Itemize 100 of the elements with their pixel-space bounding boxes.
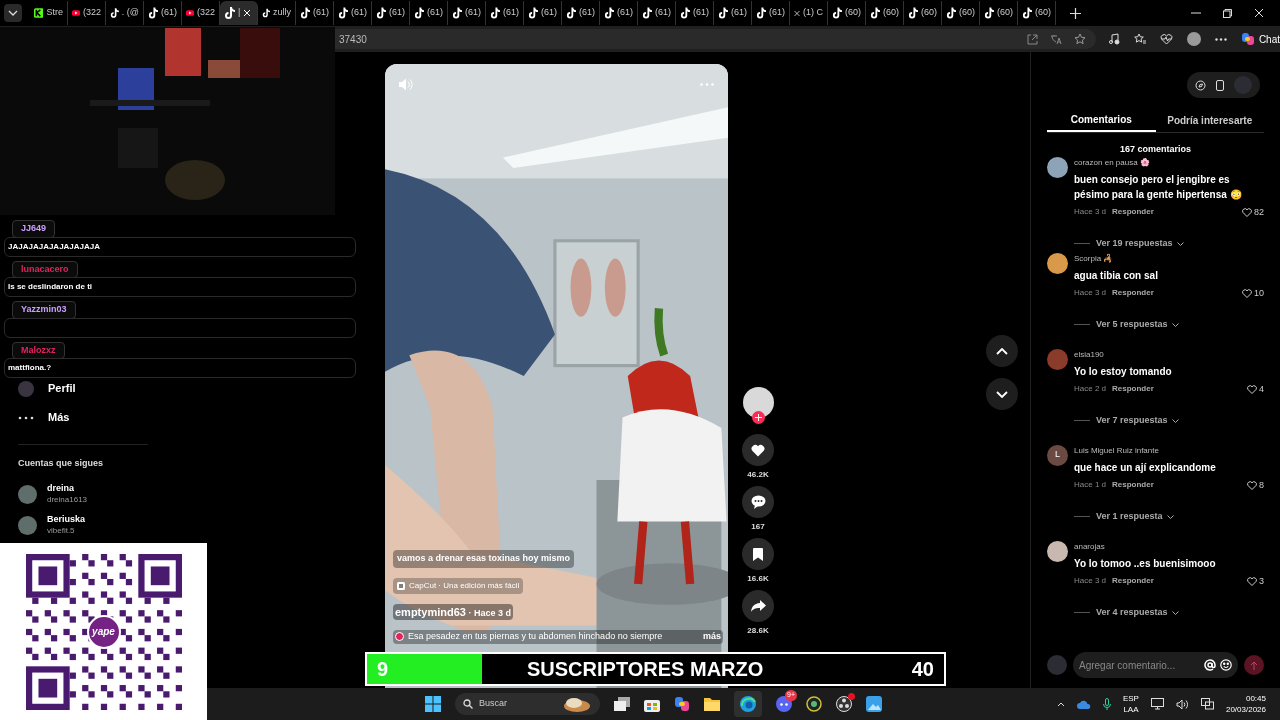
browser-tab[interactable]: zully xyxy=(258,1,296,25)
previous-video-button[interactable] xyxy=(986,335,1018,367)
heart-icon[interactable] xyxy=(1247,480,1257,490)
browser-tab[interactable]: (60) xyxy=(904,1,942,25)
commenter-avatar[interactable] xyxy=(1047,252,1068,274)
active-app[interactable] xyxy=(734,691,762,717)
commenter-name[interactable]: Luis Miguel Ruiz infante xyxy=(1074,444,1264,457)
action-button[interactable] xyxy=(742,486,774,518)
browser-tab[interactable]: (61) xyxy=(334,1,372,25)
reply-link[interactable]: Responder xyxy=(1112,383,1154,396)
browser-tab[interactable]: (60) xyxy=(1018,1,1056,25)
video-author[interactable]: emptymind63 · Hace 3 d xyxy=(393,603,513,620)
heart-icon[interactable] xyxy=(1242,207,1252,217)
panel-tab[interactable]: Comentarios xyxy=(1047,108,1156,132)
emoji-icon[interactable] xyxy=(1220,659,1232,671)
followed-account[interactable]: dreina dreina1613 xyxy=(18,478,88,510)
commenter-avatar[interactable] xyxy=(1047,156,1068,178)
heart-icon[interactable] xyxy=(1247,576,1257,586)
photos-icon[interactable] xyxy=(866,696,882,712)
browser-tab[interactable]: (60) xyxy=(980,1,1018,25)
browser-tab[interactable]: (61) xyxy=(752,1,790,25)
comment-field[interactable]: Agregar comentario... xyxy=(1079,657,1200,673)
heart-icon[interactable] xyxy=(1242,288,1252,298)
commenter-name[interactable]: anarojas xyxy=(1074,540,1264,553)
view-replies-button[interactable]: Ver 19 respuestas xyxy=(1096,237,1184,251)
browser-tab[interactable]: (61) xyxy=(600,1,638,25)
profile-avatar[interactable] xyxy=(1186,32,1201,46)
compass-icon[interactable] xyxy=(1195,79,1206,91)
reply-link[interactable]: Responder xyxy=(1112,287,1154,300)
mention-icon[interactable] xyxy=(1204,659,1216,671)
heart-icon[interactable] xyxy=(1247,384,1257,394)
heart-pulse-icon[interactable] xyxy=(1159,33,1173,45)
followed-account[interactable]: Beriuska vibefit.5 xyxy=(18,509,86,541)
taskbar-search[interactable]: Buscar xyxy=(455,693,600,715)
game-controller-icon[interactable] xyxy=(776,696,792,712)
music-icon[interactable] xyxy=(1107,33,1120,45)
star-icon[interactable] xyxy=(1073,33,1086,45)
network-icon[interactable] xyxy=(1200,698,1214,710)
commenter-avatar[interactable] xyxy=(1047,540,1068,562)
view-replies-button[interactable]: Ver 4 respuestas xyxy=(1096,606,1179,620)
browser-tab[interactable]: (61) xyxy=(486,1,524,25)
clock[interactable]: 00:45 20/03/2026 xyxy=(1225,693,1266,715)
browser-tab[interactable]: (61) xyxy=(296,1,334,25)
view-replies-button[interactable]: Ver 5 respuestas xyxy=(1096,318,1179,332)
close-icon[interactable] xyxy=(1254,8,1264,18)
input-language[interactable]: ESP LAA xyxy=(1122,693,1139,715)
task-view-icon[interactable] xyxy=(614,697,630,711)
browser-tab[interactable]: (61) xyxy=(638,1,676,25)
reply-link[interactable]: Responder xyxy=(1112,479,1154,492)
browser-tab[interactable]: | xyxy=(220,1,258,25)
browser-tab[interactable]: Stre xyxy=(30,1,68,25)
next-video-button[interactable] xyxy=(986,378,1018,410)
reply-link[interactable]: Responder xyxy=(1112,206,1154,219)
view-replies-button[interactable]: Ver 7 respuestas xyxy=(1096,414,1179,428)
sidebar-item[interactable]: Perfil xyxy=(18,374,80,403)
sidebar-item[interactable]: Más xyxy=(18,403,74,432)
more-icon[interactable] xyxy=(1214,37,1227,41)
chat-button[interactable]: Chat xyxy=(1240,31,1280,47)
more-link[interactable]: más xyxy=(703,630,721,644)
browser-tab[interactable]: (61) xyxy=(524,1,562,25)
restore-icon[interactable] xyxy=(1223,8,1232,18)
windows-logo-icon[interactable] xyxy=(425,696,441,712)
copilot-icon[interactable] xyxy=(674,696,690,712)
commenter-name[interactable]: elsia190 xyxy=(1074,348,1264,361)
panel-tab[interactable]: Podría interesarte xyxy=(1155,108,1264,132)
browser-tab[interactable]: (60) xyxy=(942,1,980,25)
translate-icon[interactable] xyxy=(1049,33,1062,45)
action-button[interactable] xyxy=(742,434,774,466)
comment-input[interactable]: Agregar comentario... xyxy=(1073,652,1238,678)
cloud-icon[interactable] xyxy=(1076,699,1091,709)
app-icon[interactable] xyxy=(806,696,822,712)
browser-tab[interactable]: (61) xyxy=(372,1,410,25)
commenter-name[interactable]: Scorpia 🦂 xyxy=(1074,252,1264,265)
browser-tab[interactable]: (322 xyxy=(68,1,106,25)
browser-tab[interactable]: (61) xyxy=(714,1,752,25)
commenter-name[interactable]: corazon en pausa 🌸 xyxy=(1074,156,1264,169)
browser-tab[interactable]: (60) xyxy=(828,1,866,25)
open-external-icon[interactable] xyxy=(1026,33,1038,45)
view-replies-button[interactable]: Ver 1 respuesta xyxy=(1096,510,1174,524)
action-button[interactable] xyxy=(742,538,774,570)
reply-link[interactable]: Responder xyxy=(1112,575,1154,588)
tab-list-button[interactable] xyxy=(4,4,22,22)
creator-avatar[interactable] xyxy=(742,387,774,418)
browser-tab[interactable]: (1) C xyxy=(790,1,828,25)
monitor-icon[interactable] xyxy=(1150,698,1164,710)
browser-tab[interactable]: . (@ xyxy=(106,1,144,25)
send-button[interactable] xyxy=(1244,655,1264,675)
phone-icon[interactable] xyxy=(1216,79,1224,91)
commenter-avatar[interactable]: L xyxy=(1047,444,1068,466)
browser-tab[interactable]: (61) xyxy=(410,1,448,25)
browser-tab[interactable]: (61) xyxy=(448,1,486,25)
chevron-up-icon[interactable] xyxy=(1056,701,1065,707)
speaker-icon[interactable] xyxy=(1175,698,1189,710)
action-button[interactable] xyxy=(742,590,774,622)
address-field[interactable]: 37430 xyxy=(335,29,1096,49)
folder-icon[interactable] xyxy=(704,697,720,711)
browser-tab[interactable]: (61) xyxy=(676,1,714,25)
browser-tab[interactable]: (61) xyxy=(144,1,182,25)
recorder-icon[interactable] xyxy=(836,696,852,712)
browser-tab[interactable]: (60) xyxy=(866,1,904,25)
